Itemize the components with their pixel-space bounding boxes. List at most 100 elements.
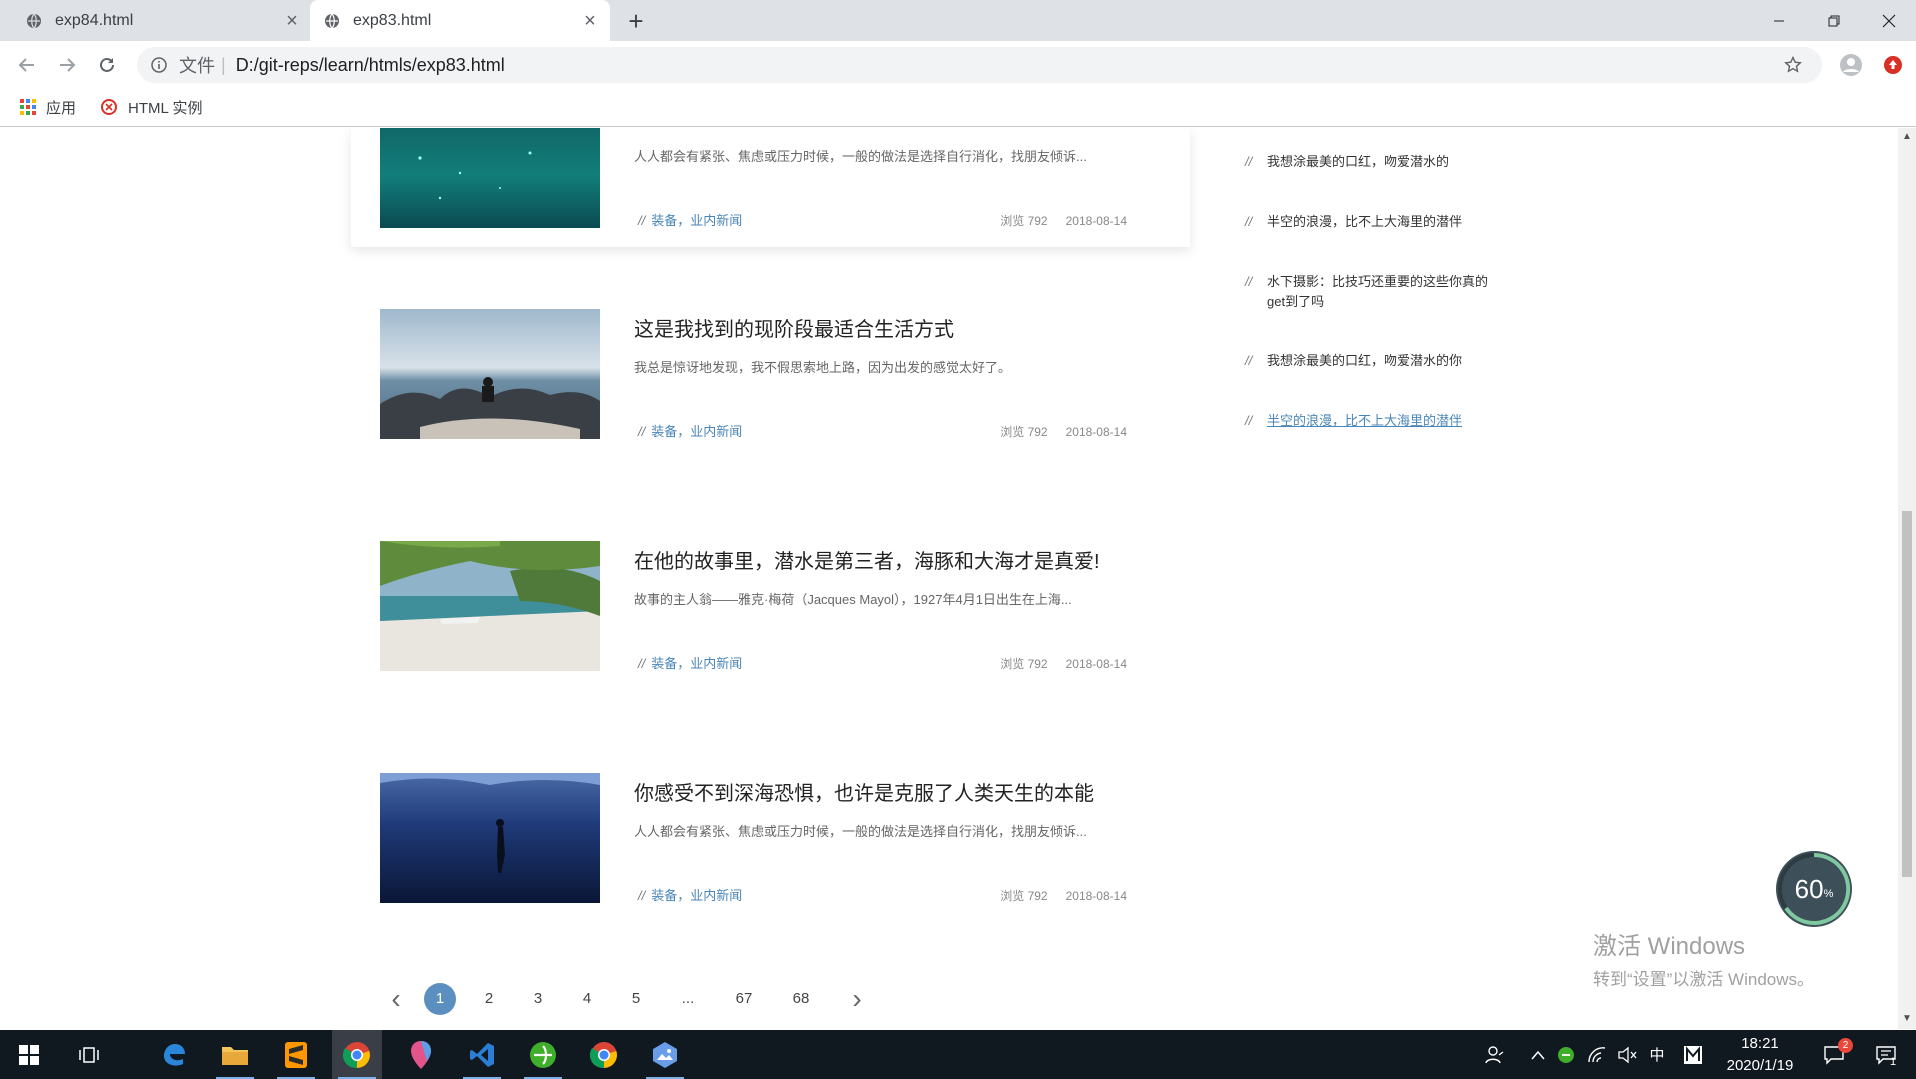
action-center-button[interactable]: 2 [1816, 1030, 1853, 1079]
taskbar-explorer[interactable] [210, 1030, 260, 1079]
close-window-button[interactable] [1861, 0, 1916, 41]
tray-overflow[interactable] [1526, 1030, 1550, 1079]
chrome-icon [590, 1041, 617, 1068]
runoob-logo-icon [101, 99, 117, 115]
article-item[interactable]: 这是我找到的现阶段最适合生活方式 我总是惊讶地发现，我不假思索地上路，因为出发的… [380, 309, 1160, 439]
globe-icon [325, 13, 339, 28]
tray-people[interactable] [1480, 1030, 1510, 1079]
taskbar-edge[interactable] [149, 1030, 199, 1079]
article-meta: 浏览 792 2018-08-14 [1000, 889, 1127, 903]
prev-page-button[interactable]: ‹ [380, 983, 412, 1015]
page-viewport: 人人都会有紧张、焦虑或压力时候，一般的做法是选择自行消化，找朋友倾诉... //… [0, 128, 1898, 1029]
reload-button[interactable] [94, 52, 120, 78]
article-image[interactable] [380, 773, 600, 903]
scroll-down-icon[interactable]: ▼ [1902, 1014, 1912, 1024]
security-360-icon [1558, 1046, 1574, 1063]
arrow-right-icon [60, 58, 76, 72]
page-68-button[interactable]: 68 [785, 983, 817, 1015]
back-button[interactable] [14, 52, 40, 78]
taskbar-chrome[interactable] [332, 1030, 382, 1079]
article-tags[interactable]: //装备，业内新闻 [638, 885, 742, 904]
tab-exp83[interactable]: exp83.html × [310, 0, 610, 41]
article-item[interactable]: 你感受不到深海恐惧，也许是克服了人类天生的本能 人人都会有紧张、焦虑或压力时候，… [380, 773, 1160, 903]
article-title[interactable]: 在他的故事里，潜水是第三者，海豚和大海才是真爱! [634, 545, 1100, 574]
page-scrollbar[interactable]: ▲ ▼ [1898, 128, 1916, 1029]
star-icon[interactable] [1784, 56, 1802, 74]
tab-title: exp84.html [55, 11, 134, 29]
reload-icon [100, 57, 114, 72]
tab-strip: exp84.html × exp83.html × + [0, 0, 1916, 41]
article-tags[interactable]: //装备，业内新闻 [638, 210, 742, 229]
taskbar-sublime[interactable] [271, 1030, 321, 1079]
taskbar-maps[interactable] [396, 1030, 446, 1079]
sidebar-link-hovered[interactable]: //半空的浪漫，比不上大海里的潜伴 [1245, 411, 1505, 431]
tray-ime-mode[interactable] [1680, 1030, 1706, 1079]
sidebar-link[interactable]: //水下摄影：比技巧还重要的这些你真的get到了吗 [1245, 272, 1495, 312]
close-tab-icon[interactable]: × [580, 11, 600, 31]
article-item[interactable]: 人人都会有紧张、焦虑或压力时候，一般的做法是选择自行消化，找朋友倾诉... //… [380, 128, 1160, 228]
article-image[interactable] [380, 541, 600, 671]
article-title[interactable]: 你感受不到深海恐惧，也许是克服了人类天生的本能 [634, 777, 1094, 806]
article-tags[interactable]: //装备，业内新闻 [638, 653, 742, 672]
minimize-button[interactable] [1751, 0, 1806, 41]
scheme-label: 文件 [179, 56, 215, 76]
article-desc: 故事的主人翁——雅克·梅荷（Jacques Mayol），1927年4月1日出生… [634, 592, 1072, 607]
article-title[interactable]: 这是我找到的现阶段最适合生活方式 [634, 313, 954, 342]
vscode-icon [470, 1042, 494, 1067]
taskbar-360-browser[interactable] [518, 1030, 568, 1079]
globe-icon [27, 13, 41, 28]
article-meta: 浏览 792 2018-08-14 [1000, 425, 1127, 439]
sidebar-link[interactable]: //半空的浪漫，比不上大海里的潜伴 [1245, 212, 1505, 232]
show-desktop-button[interactable]: 1 [1866, 1030, 1906, 1079]
page-67-button[interactable]: 67 [728, 983, 760, 1015]
gauge-unit: % [1823, 888, 1834, 900]
extension-button[interactable] [1880, 52, 1906, 78]
close-icon [1882, 14, 1895, 27]
page-2-button[interactable]: 2 [473, 983, 505, 1015]
clock-time: 18:21 [1741, 1035, 1779, 1052]
next-page-button[interactable]: › [841, 983, 873, 1015]
page-5-button[interactable]: 5 [620, 983, 652, 1015]
watermark-title: 激活 Windows [1593, 933, 1746, 960]
map-pin-icon [411, 1040, 431, 1069]
article-image[interactable] [380, 309, 600, 439]
tab-exp84[interactable]: exp84.html × [12, 0, 312, 41]
avatar-icon [1840, 54, 1862, 76]
close-tab-icon[interactable]: × [282, 11, 302, 31]
task-view-button[interactable] [64, 1030, 114, 1079]
page-4-button[interactable]: 4 [571, 983, 603, 1015]
sidebar-link[interactable]: //我想涂最美的口红，吻爱潜水的 [1245, 152, 1505, 172]
bookmark-apps[interactable]: 应用 [20, 87, 76, 127]
quote-icon: // [638, 424, 646, 439]
article-tags[interactable]: //装备，业内新闻 [638, 421, 742, 440]
page-3-button[interactable]: 3 [522, 983, 554, 1015]
tray-volume[interactable] [1614, 1030, 1640, 1079]
tray-360[interactable] [1554, 1030, 1578, 1079]
memory-gauge-widget[interactable]: 60% [1776, 851, 1852, 927]
profile-button[interactable] [1838, 52, 1864, 78]
bookmark-html-examples[interactable]: HTML 实例 [100, 87, 202, 127]
scroll-up-icon[interactable]: ▲ [1902, 132, 1912, 142]
article-item[interactable]: 在他的故事里，潜水是第三者，海豚和大海才是真爱! 故事的主人翁——雅克·梅荷（J… [380, 541, 1160, 671]
scrollbar-thumb[interactable] [1902, 511, 1912, 877]
sidebar-link[interactable]: //我想涂最美的口红，吻爱潜水的你 [1245, 351, 1505, 371]
restore-button[interactable] [1806, 0, 1861, 41]
forward-button[interactable] [54, 52, 80, 78]
volume-muted-icon [1618, 1046, 1637, 1063]
system-clock[interactable]: 18:21 2020/1/19 [1710, 1033, 1810, 1077]
taskbar-chrome-2[interactable] [579, 1030, 629, 1079]
tray-network[interactable] [1584, 1030, 1610, 1079]
photos-icon [653, 1041, 677, 1068]
people-icon [1485, 1045, 1504, 1063]
tab-title: exp83.html [353, 11, 432, 29]
url-text[interactable]: D:/git-reps/learn/htmls/exp83.html [236, 55, 505, 76]
taskbar-vscode[interactable] [457, 1030, 507, 1079]
start-button[interactable] [4, 1030, 54, 1079]
quote-icon: // [638, 213, 646, 228]
article-image[interactable] [380, 128, 600, 228]
tray-ime[interactable]: 中 [1644, 1030, 1670, 1079]
page-1-button[interactable]: 1 [424, 983, 456, 1015]
taskbar-photos[interactable] [640, 1030, 690, 1079]
address-bar[interactable]: 文件 | D:/git-reps/learn/htmls/exp83.html [137, 47, 1822, 83]
new-tab-button[interactable]: + [623, 8, 649, 34]
